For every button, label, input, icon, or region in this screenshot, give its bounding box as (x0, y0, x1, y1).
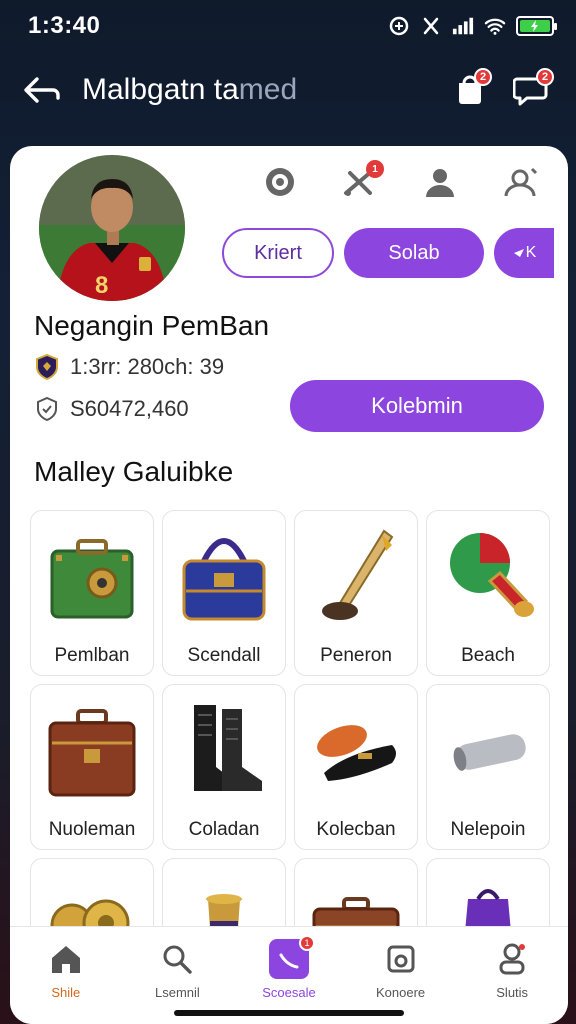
brown-suitcase-icon (42, 695, 142, 805)
target-button[interactable] (260, 162, 300, 202)
status-bar: 1:3:40 (0, 0, 576, 52)
title-text: Malbgatn ta (82, 73, 239, 106)
red-horn-icon (438, 521, 538, 631)
tab-more-label: K (525, 244, 537, 261)
messages-button[interactable]: 2 (508, 66, 556, 114)
jersey-number: 8 (95, 272, 108, 299)
item-tile[interactable]: Beach (426, 510, 550, 676)
nav-profile[interactable]: Slutis (462, 939, 562, 1000)
collection-icon (381, 939, 421, 979)
metal-cylinder-icon (438, 695, 538, 805)
arrow-icon (513, 249, 524, 257)
item-tile[interactable]: Pemlban (30, 510, 154, 676)
back-arrow-icon (24, 77, 60, 103)
page-title: Malbgatn tamed (82, 73, 432, 107)
tab-more[interactable]: K (494, 228, 554, 278)
item-tile[interactable]: Scendall (162, 510, 286, 676)
item-label: Peneron (320, 645, 392, 666)
search-icon (157, 939, 197, 979)
item-label: Nelepoin (450, 819, 526, 840)
stat-value-text: S60472,460 (70, 396, 189, 421)
nav-badge: 1 (298, 935, 315, 951)
nav-collection[interactable]: Konoere (351, 939, 451, 1000)
back-button[interactable] (20, 68, 64, 112)
nav-home[interactable]: Shile (16, 939, 116, 1000)
stat-row-rank: 1:3rr: 280ch: 39 (34, 354, 224, 380)
profile-actions: 1 (240, 160, 560, 204)
title-text-faded: med (238, 73, 298, 106)
tab-solab[interactable]: Solab (344, 228, 484, 278)
item-tile[interactable]: Nuoleman (30, 684, 154, 850)
item-tile[interactable]: Coladan (162, 684, 286, 850)
target-icon (266, 168, 294, 196)
profile-icon (492, 939, 532, 979)
vuvuzela-horn-icon (306, 521, 406, 631)
nav-label: Shile (51, 985, 81, 1000)
notifications-button[interactable]: 2 (446, 66, 494, 114)
stat-rank-text: 1:3rr: 280ch: 39 (70, 354, 225, 379)
item-label: Nuoleman (48, 819, 136, 840)
app-logo-icon (388, 15, 410, 37)
blue-chest-icon (174, 521, 274, 631)
section-title: Malley Galuibke (34, 456, 234, 487)
item-label: Kolecban (316, 819, 396, 840)
signal-icon (452, 15, 474, 37)
tools-badge: 1 (366, 160, 384, 178)
person-icon (426, 169, 454, 197)
profile-tabs: Kriert Solab K (222, 228, 554, 278)
home-icon (46, 939, 86, 979)
player-name: Negangin PemBan (34, 310, 270, 341)
wifi-icon (484, 15, 506, 37)
item-label: Pemlban (54, 645, 130, 666)
status-icons (388, 15, 557, 37)
collect-button[interactable]: Kolebmin (290, 380, 544, 432)
nav-schedule[interactable]: 1 Scoesale (239, 935, 339, 1000)
player-photo: 8 (39, 155, 185, 301)
nav-label: Konoere (376, 985, 426, 1000)
loafer-shoes-icon (306, 695, 406, 805)
messages-badge: 2 (536, 68, 554, 86)
item-tile[interactable]: Kolecban (294, 684, 418, 850)
black-boots-icon (174, 695, 274, 805)
nav-label: Slutis (496, 985, 529, 1000)
person-button[interactable] (420, 162, 460, 202)
shield-outline-icon (34, 396, 60, 422)
friend-button[interactable] (500, 162, 540, 202)
item-label: Beach (461, 645, 515, 666)
add-friend-icon (504, 167, 538, 197)
tools-button[interactable]: 1 (340, 160, 384, 202)
shield-badge-icon (34, 354, 60, 380)
green-safe-icon (42, 521, 142, 631)
top-header: Malbgatn tamed 2 2 (0, 52, 576, 128)
item-label: Scendall (187, 645, 261, 666)
item-label: Coladan (188, 819, 260, 840)
status-time: 1:3:40 (28, 12, 101, 39)
schedule-icon: 1 (268, 935, 315, 979)
tab-kriert[interactable]: Kriert (222, 228, 334, 278)
avatar[interactable]: 8 (39, 155, 185, 301)
home-indicator[interactable] (174, 1010, 404, 1016)
stat-row-value: S60472,460 (34, 396, 189, 422)
item-tile[interactable]: Nelepoin (426, 684, 550, 850)
profile-card: 8 1 Kriert Solab K Negangin PemBan 1:3rr… (10, 146, 568, 1024)
nav-label: Scoesale (262, 985, 316, 1000)
notifications-badge: 2 (474, 68, 492, 86)
battery-icon (516, 16, 557, 36)
nav-search[interactable]: Lsemnil (127, 939, 227, 1000)
item-tile[interactable]: Peneron (294, 510, 418, 676)
blocked-icon (420, 15, 442, 37)
avatar-frame: 8 (24, 146, 200, 316)
nav-label: Lsemnil (154, 985, 200, 1000)
